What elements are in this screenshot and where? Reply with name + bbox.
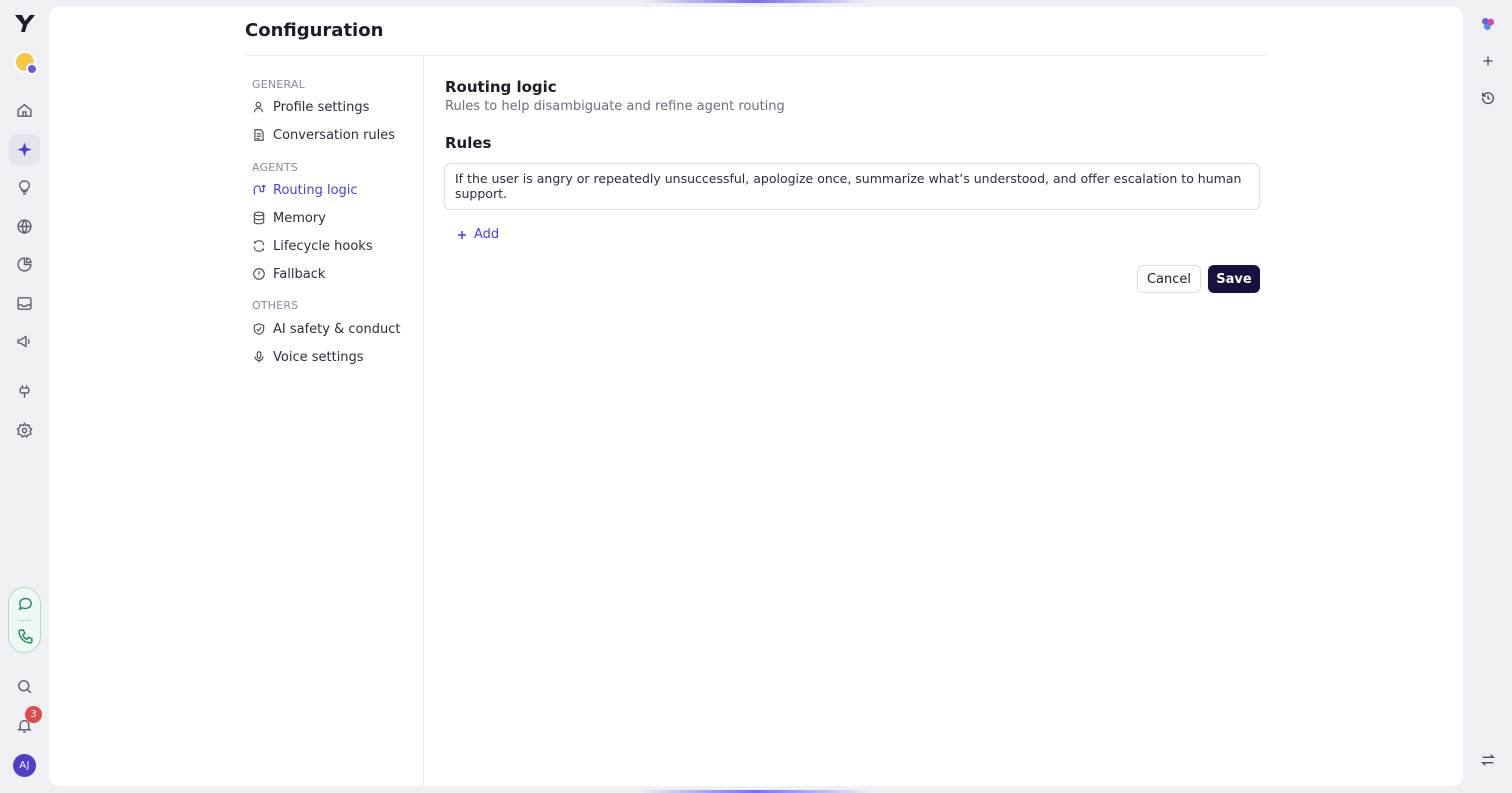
add-rule-button[interactable]: Add [456, 227, 499, 242]
plug-icon[interactable] [9, 376, 40, 407]
nav-item-memory[interactable]: Memory [252, 206, 326, 230]
nav-item-voice-settings[interactable]: Voice settings [252, 345, 364, 369]
nav-item-ai-safety[interactable]: AI safety & conduct [252, 317, 400, 341]
nav-item-conversation-rules[interactable]: Conversation rules [252, 123, 395, 147]
rule-textarea[interactable]: If the user is angry or repeatedly unsuc… [444, 163, 1260, 210]
section-subtitle: Rules to help disambiguate and refine ag… [445, 99, 785, 114]
nav-item-routing-logic[interactable]: Routing logic [252, 178, 358, 202]
workspace-avatar[interactable] [14, 51, 38, 75]
nav-item-label: AI safety & conduct [273, 321, 401, 337]
user-icon [253, 101, 264, 113]
nav-item-fallback[interactable]: Fallback [252, 262, 325, 286]
nav-item-label: Profile settings [273, 99, 370, 115]
megaphone-icon[interactable] [9, 326, 40, 357]
title-divider [245, 55, 1267, 56]
nav-item-profile-settings[interactable]: Profile settings [252, 95, 369, 119]
phone-icon[interactable] [10, 621, 41, 652]
left-rail: 3 AJ [0, 0, 49, 793]
nav-divider [423, 56, 424, 786]
nav-item-label: Fallback [273, 266, 326, 282]
swap-arrows-icon[interactable] [1476, 748, 1500, 772]
globe-icon[interactable] [9, 211, 40, 242]
document-list-icon [254, 129, 264, 141]
notification-badge: 3 [25, 706, 42, 723]
route-icon [253, 184, 266, 195]
refresh-icon [253, 240, 265, 252]
nav-section-others: OTHERS [252, 299, 299, 312]
inbox-icon[interactable] [9, 288, 40, 319]
nav-item-label: Memory [273, 210, 326, 226]
user-avatar[interactable]: AJ [13, 754, 36, 777]
top-glow [640, 0, 870, 3]
rules-heading: Rules [445, 134, 492, 152]
nav-item-lifecycle-hooks[interactable]: Lifecycle hooks [252, 234, 373, 258]
brand-logo-icon[interactable] [13, 12, 37, 34]
communication-pill [8, 587, 41, 653]
search-icon[interactable] [9, 671, 40, 702]
analytics-pie-icon[interactable] [9, 249, 40, 280]
database-icon [253, 211, 265, 225]
nav-item-label: Lifecycle hooks [273, 238, 373, 254]
nav-item-label: Routing logic [273, 182, 358, 198]
settings-gear-icon[interactable] [9, 415, 40, 446]
plus-icon [458, 230, 466, 239]
nav-section-agents: AGENTS [252, 161, 298, 174]
history-icon[interactable] [1476, 86, 1500, 110]
assistant-logo-icon[interactable] [1476, 12, 1500, 36]
section-title: Routing logic [445, 78, 557, 96]
chat-bubble-icon[interactable] [10, 588, 41, 619]
microphone-icon [254, 351, 264, 363]
cancel-button[interactable]: Cancel [1137, 265, 1201, 293]
ai-agent-icon[interactable] [9, 134, 40, 165]
lightbulb-icon[interactable] [9, 172, 40, 203]
nav-section-general: GENERAL [252, 78, 305, 91]
nav-item-label: Conversation rules [273, 127, 396, 143]
main-panel: Configuration GENERAL Profile settings C… [49, 7, 1463, 786]
alert-circle-icon [253, 268, 265, 280]
home-icon[interactable] [9, 95, 40, 126]
nav-item-label: Voice settings [273, 349, 364, 365]
add-rule-label: Add [474, 227, 500, 242]
save-button[interactable]: Save [1208, 265, 1260, 293]
shield-check-icon [253, 323, 265, 335]
workspace-status-dot [26, 63, 38, 75]
plus-icon[interactable] [1476, 49, 1500, 73]
page-title: Configuration [245, 20, 384, 41]
